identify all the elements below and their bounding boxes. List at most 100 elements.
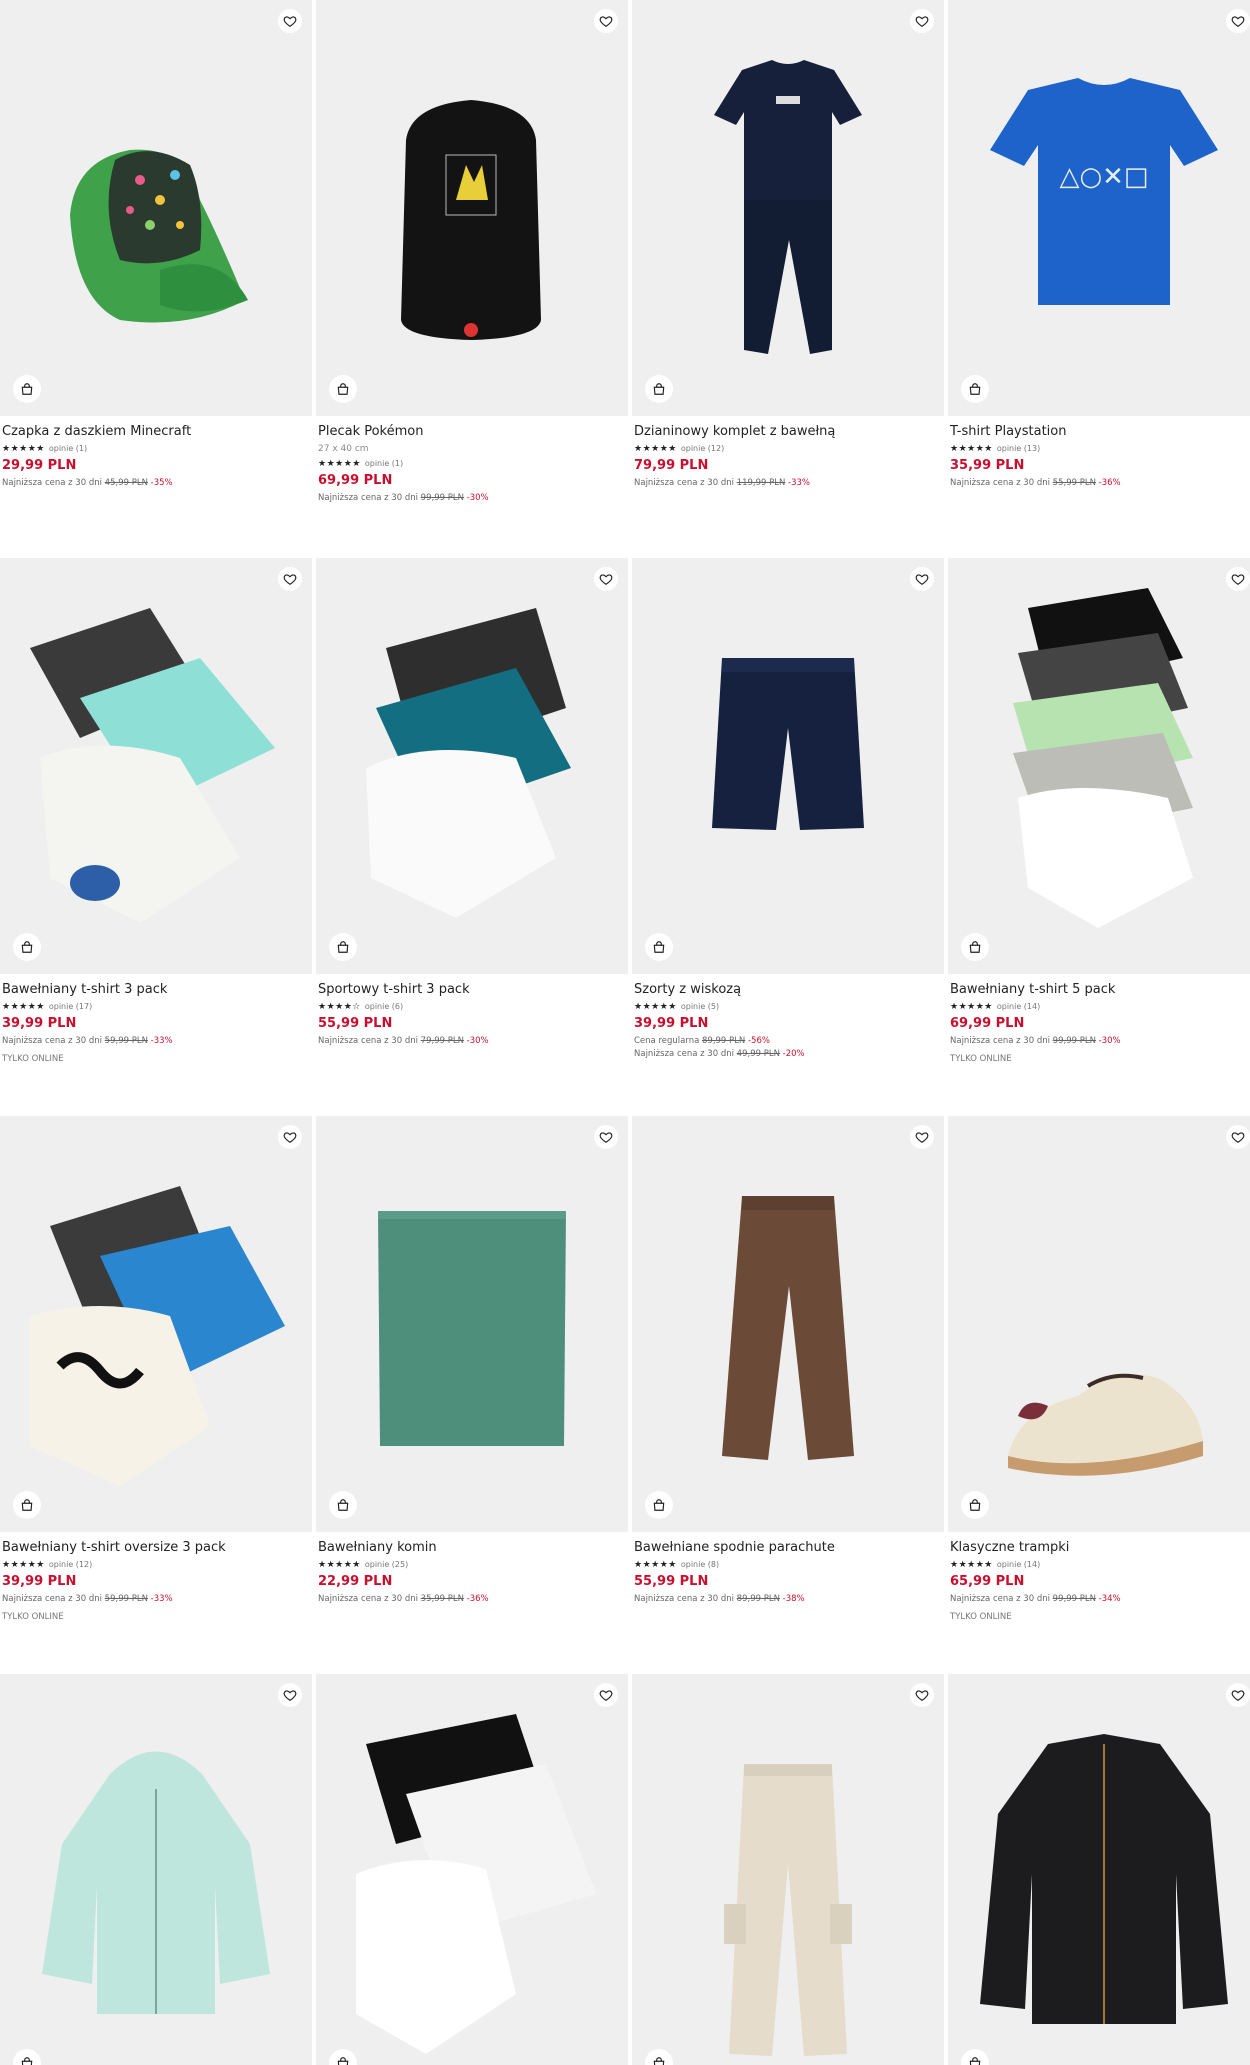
reviews-link[interactable]: opinie (8) — [681, 1560, 719, 1570]
product-name[interactable]: Sportowy t-shirt 3 pack — [318, 982, 628, 998]
product-card[interactable] — [632, 1674, 944, 2065]
product-image[interactable] — [0, 1116, 312, 1532]
product-image[interactable]: △○✕□ — [948, 0, 1250, 416]
add-to-wishlist-button[interactable] — [278, 1125, 302, 1149]
add-to-bag-button[interactable] — [13, 375, 41, 403]
cargo-pants-image — [724, 1764, 852, 2056]
add-to-wishlist-button[interactable] — [1226, 567, 1250, 591]
add-to-wishlist-button[interactable] — [910, 9, 934, 33]
product-card[interactable]: Sportowy t-shirt 3 pack ★★★★☆ opinie (6) … — [316, 558, 628, 1048]
product-image[interactable] — [948, 1116, 1250, 1532]
add-to-bag-button[interactable] — [645, 1491, 673, 1519]
add-to-bag-button[interactable] — [645, 375, 673, 403]
shorts-image — [712, 658, 864, 830]
reviews-link[interactable]: opinie (1) — [49, 444, 87, 454]
product-name[interactable]: Bawełniany komin — [318, 1540, 628, 1556]
product-card[interactable]: △○✕□ T-shirt Playstation ★★★★★ opinie (13… — [948, 0, 1250, 490]
product-image[interactable] — [0, 558, 312, 974]
shopping-bag-icon — [969, 1499, 981, 1511]
product-name[interactable]: Bawełniany t-shirt 5 pack — [950, 982, 1250, 998]
reviews-link[interactable]: opinie (25) — [365, 1560, 408, 1570]
reviews-link[interactable]: opinie (14) — [997, 1560, 1040, 1570]
product-name[interactable]: Bawełniane spodnie parachute — [634, 1540, 944, 1556]
add-to-wishlist-button[interactable] — [594, 9, 618, 33]
product-card[interactable]: Klasyczne trampki ★★★★★ opinie (14) 65,99… — [948, 1116, 1250, 1624]
product-image[interactable] — [632, 1116, 944, 1532]
product-price: 65,99 PLN — [950, 1574, 1025, 1589]
parachute-pants-image — [722, 1196, 854, 1460]
product-image[interactable] — [632, 0, 944, 416]
online-only-badge: TYLKO ONLINE — [2, 1612, 64, 1622]
product-card[interactable]: Bawełniany komin ★★★★★ opinie (25) 22,99 … — [316, 1116, 628, 1606]
product-card[interactable] — [948, 1674, 1250, 2065]
rating-stars: ★★★★★ — [634, 1560, 677, 1570]
shopping-bag-icon — [653, 2057, 665, 2065]
product-card[interactable]: Dzianinowy komplet z bawełną ★★★★★ opinie… — [632, 0, 944, 490]
product-image[interactable] — [316, 1116, 628, 1532]
product-card[interactable]: Bawełniany t-shirt oversize 3 pack ★★★★★… — [0, 1116, 312, 1624]
add-to-wishlist-button[interactable] — [1226, 1683, 1250, 1707]
add-to-bag-button[interactable] — [329, 1491, 357, 1519]
product-name[interactable]: Dzianinowy komplet z bawełną — [634, 424, 944, 440]
add-to-wishlist-button[interactable] — [594, 567, 618, 591]
product-image[interactable] — [316, 1674, 628, 2065]
product-card[interactable] — [316, 1674, 628, 2065]
add-to-bag-button[interactable] — [961, 375, 989, 403]
heart-icon — [915, 574, 929, 585]
product-name[interactable]: T-shirt Playstation — [950, 424, 1250, 440]
rating-stars: ★★★★★ — [950, 1002, 993, 1012]
product-name[interactable]: Plecak Pokémon — [318, 424, 628, 440]
add-to-wishlist-button[interactable] — [1226, 1125, 1250, 1149]
oversize-tshirt-pack-image — [30, 1186, 285, 1486]
tshirt-pack-white-image — [356, 1714, 596, 2054]
add-to-wishlist-button[interactable] — [910, 567, 934, 591]
add-to-bag-button[interactable] — [13, 1491, 41, 1519]
add-to-wishlist-button[interactable] — [910, 1683, 934, 1707]
shopping-bag-icon — [653, 383, 665, 395]
add-to-wishlist-button[interactable] — [594, 1683, 618, 1707]
product-image[interactable] — [632, 1674, 944, 2065]
add-to-bag-button[interactable] — [961, 1491, 989, 1519]
product-name[interactable]: Bawełniany t-shirt oversize 3 pack — [2, 1540, 312, 1556]
product-card[interactable] — [0, 1674, 312, 2065]
reviews-link[interactable]: opinie (1) — [365, 459, 403, 469]
add-to-bag-button[interactable] — [961, 933, 989, 961]
product-image[interactable] — [0, 1674, 312, 2065]
reviews-link[interactable]: opinie (12) — [681, 444, 724, 454]
add-to-bag-button[interactable] — [329, 933, 357, 961]
product-name[interactable]: Szorty z wiskozą — [634, 982, 944, 998]
add-to-wishlist-button[interactable] — [910, 1125, 934, 1149]
product-card[interactable]: Czapka z daszkiem Minecraft ★★★★★ opinie … — [0, 0, 312, 490]
reviews-link[interactable]: opinie (17) — [49, 1002, 92, 1012]
product-card[interactable]: Bawełniany t-shirt 5 pack ★★★★★ opinie (1… — [948, 558, 1250, 1066]
add-to-bag-button[interactable] — [13, 933, 41, 961]
product-image[interactable] — [0, 0, 312, 416]
reviews-link[interactable]: opinie (14) — [997, 1002, 1040, 1012]
product-image[interactable] — [632, 558, 944, 974]
product-name[interactable]: Klasyczne trampki — [950, 1540, 1250, 1556]
add-to-wishlist-button[interactable] — [278, 1683, 302, 1707]
product-image[interactable] — [316, 0, 628, 416]
reviews-link[interactable]: opinie (12) — [49, 1560, 92, 1570]
reviews-link[interactable]: opinie (6) — [365, 1002, 403, 1012]
product-card[interactable]: Plecak Pokémon 27 x 40 cm ★★★★★ opinie (1… — [316, 0, 628, 505]
add-to-wishlist-button[interactable] — [278, 9, 302, 33]
product-card[interactable]: Szorty z wiskozą ★★★★★ opinie (5) 39,99 P… — [632, 558, 944, 1061]
add-to-wishlist-button[interactable] — [1226, 9, 1250, 33]
product-name[interactable]: Czapka z daszkiem Minecraft — [2, 424, 312, 440]
product-image[interactable] — [316, 558, 628, 974]
add-to-wishlist-button[interactable] — [594, 1125, 618, 1149]
product-card[interactable]: Bawełniane spodnie parachute ★★★★★ opinie… — [632, 1116, 944, 1606]
product-card[interactable]: Bawełniany t-shirt 3 pack ★★★★★ opinie (1… — [0, 558, 312, 1066]
shopping-bag-icon — [337, 2057, 349, 2065]
rating-stars: ★★★★★ — [2, 1560, 45, 1570]
add-to-bag-button[interactable] — [329, 375, 357, 403]
product-image[interactable] — [948, 558, 1250, 974]
reviews-link[interactable]: opinie (5) — [681, 1002, 719, 1012]
add-to-wishlist-button[interactable] — [278, 567, 302, 591]
lowest-price-info: Najniższa cena z 30 dni 55,99 PLN -36% — [950, 478, 1121, 488]
add-to-bag-button[interactable] — [645, 933, 673, 961]
product-image[interactable] — [948, 1674, 1250, 2065]
reviews-link[interactable]: opinie (13) — [997, 444, 1040, 454]
product-name[interactable]: Bawełniany t-shirt 3 pack — [2, 982, 312, 998]
